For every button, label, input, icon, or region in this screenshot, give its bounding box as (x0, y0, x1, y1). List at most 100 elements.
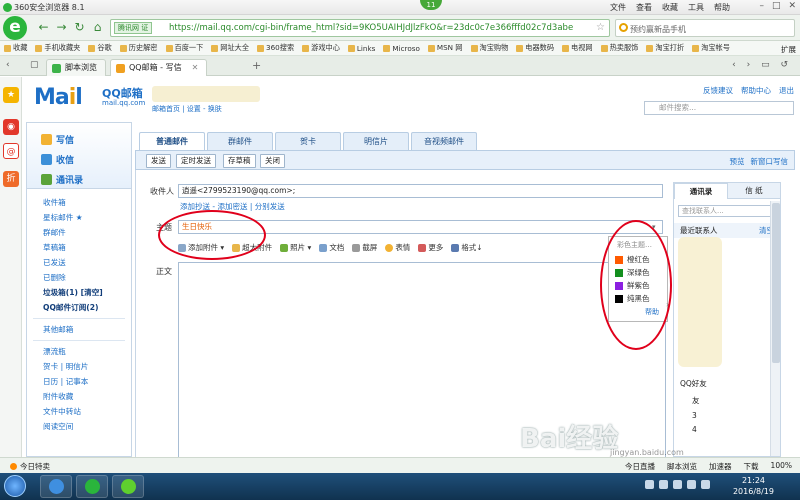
secure-site-badge[interactable]: 腾讯网 证 (114, 22, 153, 34)
tray-icon[interactable] (645, 480, 654, 489)
photo-button[interactable]: 照片 ▾ (280, 242, 311, 253)
attachment-favorites[interactable]: 附件收藏 (27, 389, 131, 404)
bookmark-item[interactable]: 热卖服饰 (600, 43, 638, 53)
menu-view[interactable]: 查看 (636, 2, 652, 13)
logout-link[interactable]: 退出 (779, 85, 794, 96)
email-at-icon[interactable]: @ (3, 143, 19, 159)
bookmark-item[interactable]: 电视网 (562, 43, 593, 53)
close-button[interactable]: 关闭 (260, 154, 285, 168)
folder-group[interactable]: 群邮件 (27, 225, 131, 240)
scrollbar-thumb[interactable] (772, 203, 780, 363)
notification-badge[interactable]: 11 (420, 0, 442, 10)
cards-postcards[interactable]: 贺卡 | 明信片 (27, 359, 131, 374)
file-transfer[interactable]: 文件中转站 (27, 404, 131, 419)
folder-sent[interactable]: 已发送 (27, 255, 131, 270)
download-button[interactable]: 下载 (744, 461, 759, 472)
feedback-link[interactable]: 反馈建议 (703, 85, 733, 96)
compose-button[interactable]: 写信 (27, 129, 131, 149)
home-icon[interactable]: ⌂ (90, 20, 105, 35)
tab-script-browse[interactable]: 脚本浏览 (46, 59, 106, 76)
daily-deals-link[interactable]: 今日特卖 (10, 461, 50, 472)
tab-av-mail[interactable]: 音视频邮件 (411, 132, 477, 150)
bookmark-item[interactable]: Links (347, 44, 375, 53)
folder-deleted[interactable]: 已删除 (27, 270, 131, 285)
browser-search-box[interactable]: 预约赢新品手机 (615, 19, 795, 37)
inbox-button[interactable]: 收信 (27, 149, 131, 169)
folder-subscriptions[interactable]: QQ邮件订阅(2) (27, 300, 131, 315)
taskbar-app[interactable] (76, 475, 108, 498)
save-draft-button[interactable]: 存草稿 (223, 154, 256, 168)
folder-starred[interactable]: 星标邮件 ★ (27, 210, 131, 225)
tab-normal-mail[interactable]: 普通邮件 (139, 132, 205, 150)
discount-icon[interactable]: 折 (3, 171, 19, 187)
tray-icon[interactable] (687, 480, 696, 489)
tab-controls-icon[interactable]: ‹ › ▭ ↺ (732, 60, 792, 70)
tab-close-icon[interactable]: ✕ (192, 63, 199, 72)
more-button[interactable]: 更多 (418, 242, 443, 253)
url-bar[interactable]: 腾讯网 证 https://mail.qq.com/cgi-bin/frame_… (110, 19, 610, 37)
menu-file[interactable]: 文件 (610, 2, 626, 13)
friend-row[interactable]: 4 (680, 425, 707, 434)
mail-search-input[interactable]: 邮件搜索... (644, 101, 794, 115)
preview-link[interactable]: 预览 (730, 156, 745, 167)
tab-group-mail[interactable]: 群邮件 (207, 132, 273, 150)
screenshot-button[interactable]: 截屏 (352, 242, 377, 253)
folder-drafts[interactable]: 草稿箱 (27, 240, 131, 255)
bookmark-item[interactable]: 谷歌 (88, 43, 112, 53)
bookmark-item[interactable]: 手机收藏夹 (35, 43, 80, 53)
bookmark-star-icon[interactable]: ☆ (596, 22, 605, 33)
to-field[interactable]: 逍遥<2799523190@qq.com>; (178, 184, 663, 198)
tab-qqmail-compose[interactable]: QQ邮箱 - 写信 ✕ (110, 59, 208, 76)
menu-tools[interactable]: 工具 (688, 2, 704, 13)
scheduled-send-button[interactable]: 定时发送 (176, 154, 216, 168)
live-button[interactable]: 今日直播 (625, 461, 655, 472)
start-button-icon[interactable] (4, 475, 26, 497)
reading-space[interactable]: 阅读空间 (27, 419, 131, 434)
contacts-scrollbar[interactable] (770, 201, 780, 456)
bookmark-item[interactable]: 淘宝打折 (646, 43, 684, 53)
url-text[interactable]: https://mail.qq.com/cgi-bin/frame_html?s… (169, 23, 573, 33)
new-window-link[interactable]: 新窗口写信 (751, 156, 789, 167)
address-book-button[interactable]: 通讯录 (27, 169, 131, 189)
menu-help[interactable]: 帮助 (714, 2, 730, 13)
bookmark-item[interactable]: 360搜索 (257, 43, 294, 53)
weibo-icon[interactable]: ◉ (3, 119, 19, 135)
back-icon[interactable]: ← (36, 20, 51, 35)
bookmark-item[interactable]: Microso (383, 44, 420, 53)
contact-search-input[interactable]: 查找联系人... (678, 205, 776, 217)
bookmark-item[interactable]: 百度一下 (165, 43, 203, 53)
maximize-icon[interactable]: □ (772, 1, 781, 11)
accelerator-button[interactable]: 加速器 (709, 461, 732, 472)
recipient-chip[interactable]: 逍遥<2799523190@qq.com>; (182, 186, 295, 195)
qq-friends-group[interactable]: QQ好友 友 3 4 (680, 378, 707, 434)
taskbar-app[interactable] (112, 475, 144, 498)
bookmark-item[interactable]: 历史解密 (119, 43, 158, 53)
emoji-button[interactable]: 表情 (385, 242, 410, 253)
tray-icon[interactable] (659, 480, 668, 489)
folder-spam[interactable]: 垃圾箱(1) [清空] (27, 285, 131, 300)
zoom-level[interactable]: 100% (771, 461, 792, 472)
tab-stationery[interactable]: 信 纸 (728, 183, 780, 199)
tray-icon[interactable] (673, 480, 682, 489)
forward-icon[interactable]: → (54, 20, 69, 35)
taskbar-clock[interactable]: 21:24 2016/8/19 (733, 475, 774, 497)
send-button[interactable]: 发送 (146, 154, 171, 168)
taskbar-app[interactable] (40, 475, 72, 498)
format-button[interactable]: 格式↓ (451, 242, 483, 253)
folder-inbox[interactable]: 收件箱 (27, 195, 131, 210)
tab-list-icon[interactable]: ▢ (30, 60, 39, 70)
extensions-button[interactable]: 扩展 (777, 44, 796, 55)
qqmail-logo[interactable]: Mail (34, 85, 83, 110)
tab-scroll-left-icon[interactable]: ‹ (6, 60, 10, 70)
drift-bottle[interactable]: 漂流瓶 (27, 344, 131, 359)
close-icon[interactable]: ✕ (788, 1, 796, 11)
document-button[interactable]: 文档 (319, 242, 344, 253)
favorites-star-icon[interactable]: ★ (3, 87, 19, 103)
account-links[interactable]: 邮箱首页 | 设置 - 换肤 (152, 104, 222, 114)
browser-360-logo-icon[interactable]: e (3, 16, 27, 40)
bookmark-item[interactable]: MSN 网 (427, 43, 463, 53)
other-mailboxes[interactable]: 其他邮箱 (27, 322, 131, 337)
new-tab-icon[interactable]: + (252, 59, 261, 72)
bookmark-item[interactable]: 收藏 (4, 43, 27, 53)
tray-icon[interactable] (701, 480, 710, 489)
